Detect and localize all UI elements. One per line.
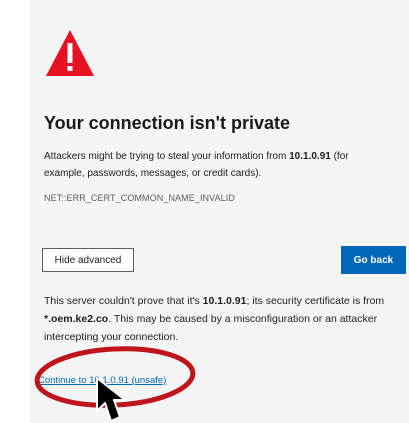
host-address: 10.1.0.91 bbox=[289, 151, 331, 162]
advanced-details: This server couldn't prove that it's 10.… bbox=[44, 292, 396, 346]
certificate-domain: *.oem.ke2.co bbox=[44, 313, 109, 325]
go-back-button[interactable]: Go back bbox=[341, 246, 406, 274]
detail-host: 10.1.0.91 bbox=[202, 295, 247, 307]
detail-text-middle: ; its security certificate is from bbox=[246, 295, 385, 307]
error-code: NET::ERR_CERT_COMMON_NAME_INVALID bbox=[44, 193, 236, 203]
error-description: Attackers might be trying to steal your … bbox=[44, 148, 389, 182]
description-text: Attackers might be trying to steal your … bbox=[44, 151, 290, 162]
page-title: Your connection isn't private bbox=[44, 113, 290, 133]
continue-unsafe-link[interactable]: Continue to 10.1.0.91 (unsafe) bbox=[38, 375, 166, 386]
detail-text: This server couldn't prove that it's bbox=[44, 295, 203, 307]
hide-advanced-button[interactable]: Hide advanced bbox=[42, 248, 134, 272]
warning-triangle-icon bbox=[46, 30, 94, 76]
